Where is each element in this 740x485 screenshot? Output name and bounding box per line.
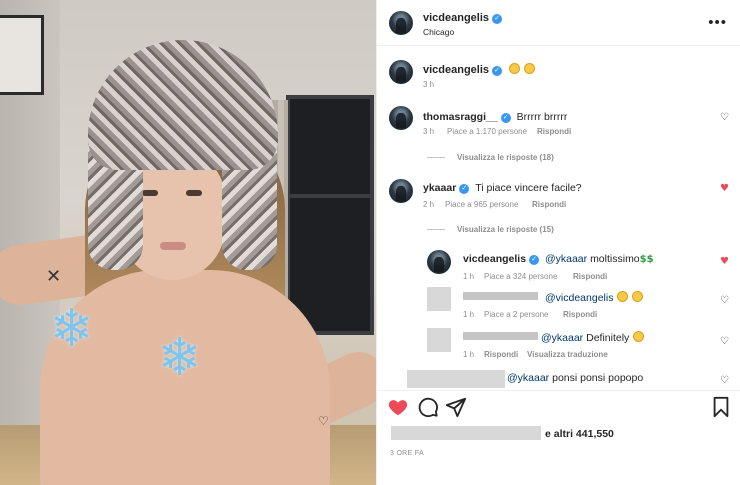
verified-badge-icon: ✓ — [492, 14, 503, 24]
photo-eye — [142, 190, 158, 196]
reply-likes[interactable]: Piace a 2 persone — [484, 310, 549, 319]
heart-filled-icon[interactable]: ♥ — [720, 257, 730, 267]
comment-icon[interactable] — [417, 396, 439, 418]
heart-outline-icon[interactable]: ♡ — [720, 296, 730, 306]
reply-button[interactable]: Rispondi — [563, 310, 597, 319]
post-side-panel: vicdeangelis ✓ Chicago ••• vicdeangelis ✓ … — [376, 0, 740, 485]
caption-time: 3 h — [423, 80, 435, 89]
snowflake-icon: ❄ — [158, 328, 202, 388]
reply-time: 1 h — [463, 310, 475, 319]
reply-mention[interactable]: @ykaaar — [541, 332, 583, 344]
heart-filled-icon[interactable]: ♥ — [720, 184, 730, 194]
avatar[interactable] — [389, 60, 413, 84]
avatar[interactable] — [427, 250, 451, 274]
post-author-username[interactable]: vicdeangelis — [423, 12, 489, 24]
view-translation-button[interactable]: Visualizza traduzione — [527, 350, 608, 359]
avatar[interactable] — [389, 11, 413, 35]
instagram-post: ✕ ♡ ❄ ❄ vicdeangelis ✓ Chicago ••• vicdea… — [0, 0, 740, 485]
reply-time: 1 h — [463, 350, 475, 359]
reply-text: moltissimo — [590, 253, 640, 265]
comment-likes[interactable]: Piace a 965 persone — [445, 200, 518, 209]
heart-outline-icon[interactable]: ♡ — [720, 337, 730, 347]
comment-username[interactable]: thomasraggi__ — [423, 111, 498, 123]
heart-outline-icon[interactable]: ♡ — [720, 113, 730, 123]
comment-time: 3 h — [423, 127, 435, 136]
comment-text: Brrrrr brrrrr — [516, 111, 568, 123]
laughing-face-icon — [617, 291, 629, 302]
photo-fur-hat — [88, 40, 278, 170]
crying-face-icon — [524, 63, 536, 74]
send-icon[interactable] — [445, 396, 467, 418]
post-location[interactable]: Chicago — [423, 27, 454, 37]
redacted-username — [407, 370, 505, 388]
post-photo[interactable]: ✕ ♡ ❄ ❄ — [0, 0, 376, 485]
snowflake-icon: ❄ — [50, 299, 94, 359]
heart-filled-icon[interactable] — [387, 396, 409, 418]
photo-eye — [186, 190, 202, 196]
redacted-username — [463, 332, 538, 340]
redacted-avatar — [427, 328, 451, 352]
replies-divider — [427, 229, 445, 230]
comment-username[interactable]: ykaaar — [423, 182, 456, 194]
reply: vicdeangelis ✓ @ykaaar moltissimo$$ — [463, 253, 654, 265]
heart-outline-icon[interactable]: ♡ — [720, 376, 730, 386]
caption-author[interactable]: vicdeangelis ✓ — [423, 63, 536, 76]
verified-badge-icon: ✓ — [500, 113, 511, 123]
replies-divider — [427, 157, 445, 158]
avatar[interactable] — [389, 179, 413, 203]
verified-badge-icon: ✓ — [459, 184, 470, 194]
redacted-avatar — [427, 287, 451, 311]
redacted-username — [463, 292, 538, 300]
photo-picture-frame — [0, 15, 44, 95]
reply-button[interactable]: Rispondi — [532, 200, 566, 209]
reply-mention[interactable]: @ykaaar — [507, 372, 549, 384]
crying-face-icon — [509, 63, 521, 74]
photo-tattoo: ♡ — [318, 414, 329, 428]
post-header: vicdeangelis ✓ Chicago ••• — [377, 0, 740, 46]
reply-button[interactable]: Rispondi — [537, 127, 571, 136]
reply: @vicdeangelis — [545, 291, 644, 304]
grinning-face-icon — [632, 291, 644, 302]
reply-button[interactable]: Rispondi — [573, 272, 607, 281]
redacted-liked-by — [391, 426, 541, 440]
more-horizontal-icon[interactable]: ••• — [708, 14, 727, 31]
reply-username[interactable]: vicdeangelis — [463, 253, 526, 265]
comment-time: 2 h — [423, 200, 435, 209]
photo-window — [286, 95, 374, 335]
reply: @ykaaar Definitely — [541, 331, 645, 344]
reply-text: ponsi ponsi popopo — [552, 372, 644, 384]
comment-text: Ti piace vincere facile? — [475, 182, 582, 194]
reply-mention[interactable]: @ykaaar — [545, 253, 587, 265]
reply-likes[interactable]: Piace a 324 persone — [484, 272, 557, 281]
reply-mention[interactable]: @vicdeangelis — [545, 292, 613, 304]
photo-mouth — [160, 242, 186, 250]
laughing-face-icon — [633, 331, 645, 342]
reply: @ykaaar ponsi ponsi popopo — [507, 372, 643, 384]
money-emoji: $$ — [639, 254, 654, 265]
bookmark-icon[interactable] — [710, 396, 732, 418]
view-replies-button[interactable]: Visualizza le risposte (15) — [457, 225, 554, 234]
reply-button[interactable]: Rispondi — [484, 350, 518, 359]
verified-badge-icon: ✓ — [529, 255, 540, 265]
post-author[interactable]: vicdeangelis ✓ — [423, 12, 503, 24]
post-actions: e altri 441,550 3 ORE FA — [377, 390, 740, 485]
photo-tattoo: ✕ — [46, 266, 62, 287]
avatar[interactable] — [389, 106, 413, 130]
comment: ykaaar ✓ Ti piace vincere facile? — [423, 182, 582, 194]
caption-username[interactable]: vicdeangelis — [423, 64, 489, 76]
comment-likes[interactable]: Piace a 1.170 persone — [447, 127, 527, 136]
reply-time: 1 h — [463, 272, 475, 281]
likes-count[interactable]: e altri 441,550 — [545, 428, 614, 440]
view-replies-button[interactable]: Visualizza le risposte (18) — [457, 153, 554, 162]
comment: thomasraggi__ ✓ Brrrrr brrrrr — [423, 111, 567, 123]
verified-badge-icon: ✓ — [492, 66, 503, 76]
reply-text: Definitely — [586, 332, 630, 344]
post-time: 3 ORE FA — [390, 450, 424, 457]
